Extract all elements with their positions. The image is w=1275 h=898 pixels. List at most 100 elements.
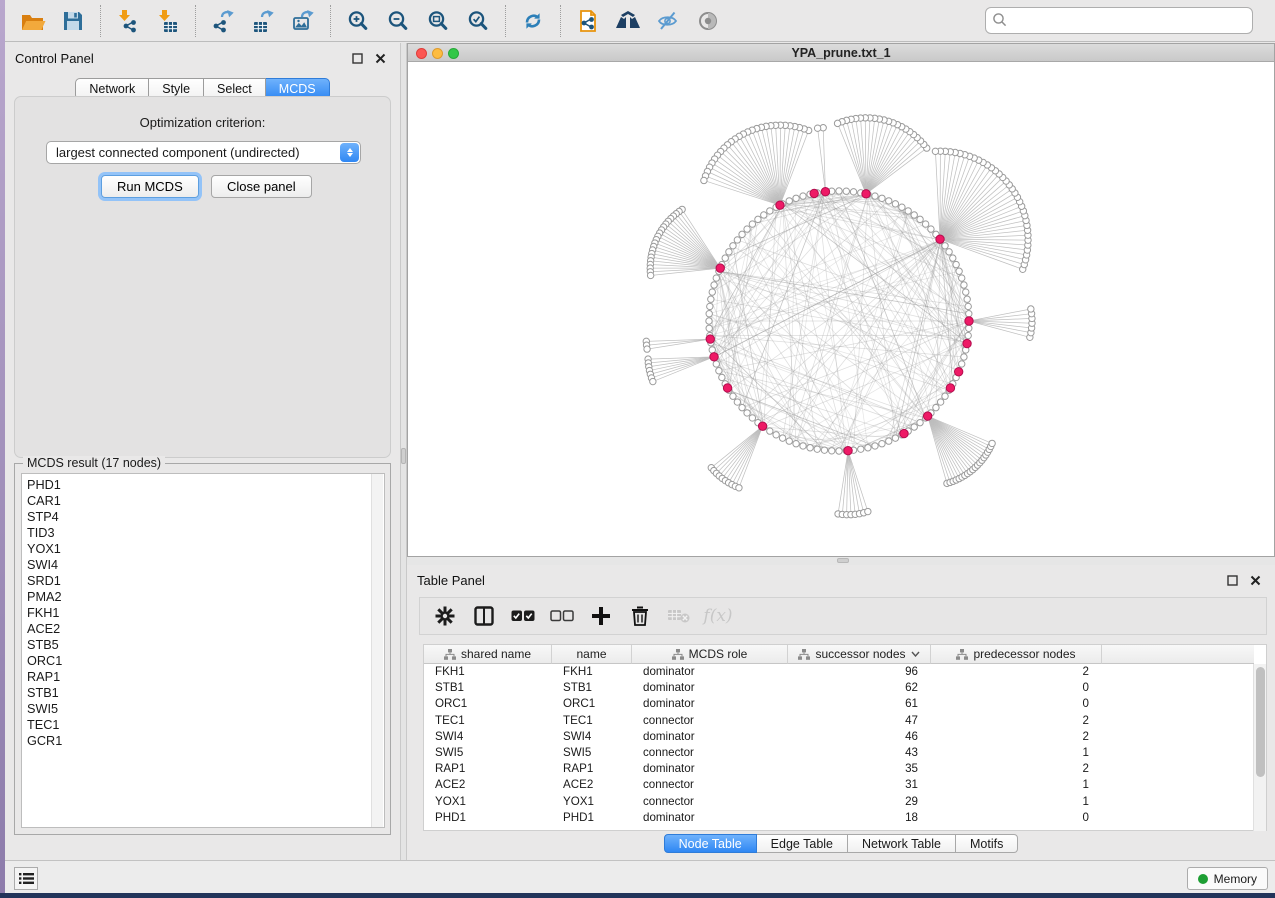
column-header-shared-name[interactable]: shared name — [424, 645, 552, 664]
run-mcds-button[interactable]: Run MCDS — [101, 175, 199, 198]
tab-motifs[interactable]: Motifs — [956, 834, 1018, 853]
list-item[interactable]: PMA2 — [27, 589, 384, 605]
splitter-grip[interactable] — [401, 448, 406, 464]
delete-table-icon[interactable] — [664, 601, 694, 631]
hide-graphics-icon[interactable] — [648, 3, 688, 39]
table-row[interactable]: FKH1FKH1dominator962 — [424, 664, 1254, 680]
list-item[interactable]: SWI4 — [27, 557, 384, 573]
tab-network-table[interactable]: Network Table — [848, 834, 956, 853]
refresh-layout-icon[interactable] — [513, 3, 553, 39]
open-session-icon[interactable] — [13, 3, 53, 39]
delete-row-icon[interactable] — [625, 601, 655, 631]
horizontal-splitter[interactable] — [407, 557, 1275, 565]
import-network-icon[interactable] — [108, 3, 148, 39]
window-close-icon[interactable] — [416, 48, 427, 59]
search-input[interactable] — [985, 7, 1253, 34]
column-type-icon — [672, 649, 684, 660]
list-item[interactable]: YOX1 — [27, 541, 384, 557]
export-network-icon[interactable] — [203, 3, 243, 39]
close-panel-icon[interactable] — [1247, 574, 1263, 588]
list-item[interactable]: FKH1 — [27, 605, 384, 621]
splitter-grip[interactable] — [837, 558, 849, 563]
scrollbar-thumb[interactable] — [1256, 667, 1265, 777]
mcds-result-title: MCDS result (17 nodes) — [23, 456, 165, 470]
table-body: FKH1FKH1dominator962STB1STB1dominator620… — [424, 664, 1254, 830]
list-item[interactable]: STB1 — [27, 685, 384, 701]
float-panel-icon[interactable] — [349, 52, 365, 66]
mcds-result-list[interactable]: PHD1CAR1STP4TID3YOX1SWI4SRD1PMA2FKH1ACE2… — [21, 473, 385, 828]
list-item[interactable]: SRD1 — [27, 573, 384, 589]
table-scrollbar[interactable] — [1253, 664, 1266, 831]
table-row[interactable]: SWI5SWI5connector431 — [424, 745, 1254, 761]
column-header-name[interactable]: name — [552, 645, 632, 664]
table-panel-title: Table Panel — [417, 573, 485, 588]
zoom-in-icon[interactable] — [338, 3, 378, 39]
list-item[interactable]: ACE2 — [27, 621, 384, 637]
table-row[interactable]: YOX1YOX1connector291 — [424, 794, 1254, 810]
show-graphics-icon[interactable] — [688, 3, 728, 39]
list-item[interactable]: TID3 — [27, 525, 384, 541]
close-panel-icon[interactable] — [372, 52, 388, 66]
table-row[interactable]: TEC1TEC1connector472 — [424, 713, 1254, 729]
list-item[interactable]: RAP1 — [27, 669, 384, 685]
list-item[interactable]: SWI5 — [27, 701, 384, 717]
table-cell: 18 — [788, 810, 931, 826]
list-item[interactable]: CAR1 — [27, 493, 384, 509]
export-image-icon[interactable] — [283, 3, 323, 39]
table-row[interactable]: SWI4SWI4dominator462 — [424, 729, 1254, 745]
export-table-icon[interactable] — [243, 3, 283, 39]
column-label: shared name — [461, 647, 531, 661]
add-row-icon[interactable] — [586, 601, 616, 631]
task-history-button[interactable] — [14, 867, 38, 890]
network-titlebar[interactable]: YPA_prune.txt_1 — [408, 44, 1274, 62]
zoom-fit-icon[interactable] — [418, 3, 458, 39]
list-item[interactable]: TEC1 — [27, 717, 384, 733]
control-panel: Control Panel NetworkStyleSelectMCDS Opt… — [5, 43, 400, 860]
save-session-icon[interactable] — [53, 3, 93, 39]
tab-edge-table[interactable]: Edge Table — [757, 834, 848, 853]
table-row[interactable]: ACE2ACE2connector311 — [424, 777, 1254, 793]
table-row[interactable]: ORC1ORC1dominator610 — [424, 696, 1254, 712]
first-neighbors-icon[interactable] — [608, 3, 648, 39]
column-header-successor-nodes[interactable]: successor nodes — [788, 645, 931, 664]
table-cell: 2 — [931, 761, 1102, 777]
list-item[interactable]: STP4 — [27, 509, 384, 525]
table-row[interactable]: RAP1RAP1dominator352 — [424, 761, 1254, 777]
list-item[interactable]: ORC1 — [27, 653, 384, 669]
table-row[interactable]: STB1STB1dominator620 — [424, 680, 1254, 696]
network-canvas[interactable] — [408, 62, 1274, 556]
list-item[interactable]: GCR1 — [27, 733, 384, 749]
table-cell: dominator — [632, 729, 788, 745]
function-builder-icon[interactable]: f(x) — [703, 601, 733, 631]
network-graph[interactable] — [408, 62, 1274, 556]
deselect-all-icon[interactable] — [547, 601, 577, 631]
show-columns-icon[interactable] — [469, 601, 499, 631]
main-toolbar — [5, 0, 1275, 42]
settings-icon[interactable] — [430, 601, 460, 631]
close-panel-button[interactable]: Close panel — [211, 175, 312, 198]
list-item[interactable]: PHD1 — [27, 477, 384, 493]
table-cell: dominator — [632, 761, 788, 777]
window-maximize-icon[interactable] — [448, 48, 459, 59]
import-table-icon[interactable] — [148, 3, 188, 39]
window-minimize-icon[interactable] — [432, 48, 443, 59]
table-row[interactable]: PHD1PHD1dominator180 — [424, 810, 1254, 826]
column-label: name — [576, 647, 606, 661]
column-label: predecessor nodes — [973, 647, 1075, 661]
criterion-dropdown[interactable]: largest connected component (undirected) — [46, 141, 361, 164]
select-all-icon[interactable] — [508, 601, 538, 631]
zoom-selected-icon[interactable] — [458, 3, 498, 39]
tab-node-table[interactable]: Node Table — [664, 834, 757, 853]
float-panel-icon[interactable] — [1224, 574, 1240, 588]
mcds-list-scrollbar[interactable] — [371, 474, 383, 827]
memory-button[interactable]: Memory — [1187, 867, 1268, 890]
column-header-mcds-role[interactable]: MCDS role — [632, 645, 788, 664]
list-item[interactable]: STB5 — [27, 637, 384, 653]
column-header-filler — [1102, 645, 1254, 664]
vertical-splitter[interactable] — [400, 43, 407, 860]
share-document-icon[interactable] — [568, 3, 608, 39]
column-header-predecessor-nodes[interactable]: predecessor nodes — [931, 645, 1102, 664]
zoom-out-icon[interactable] — [378, 3, 418, 39]
column-type-icon — [956, 649, 968, 660]
table-cell: ACE2 — [552, 777, 632, 793]
